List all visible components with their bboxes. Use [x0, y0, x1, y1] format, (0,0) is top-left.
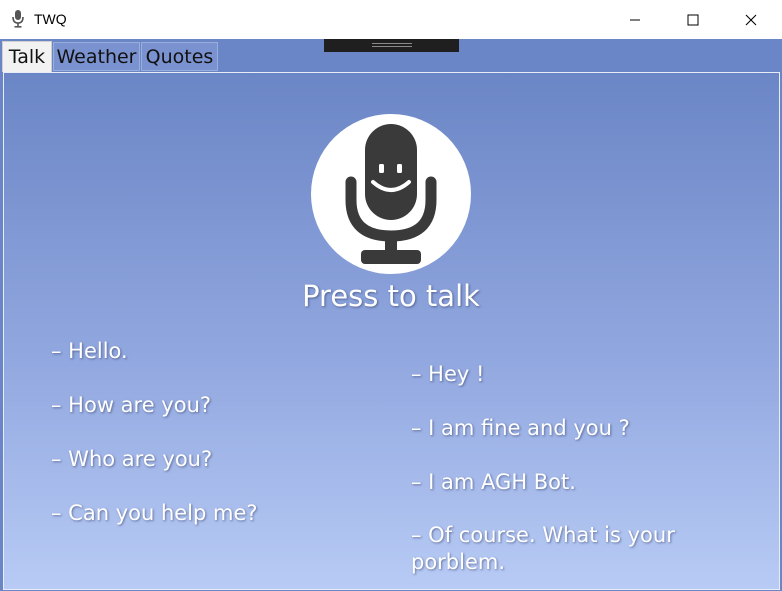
title-bar[interactable]: TWQ	[0, 0, 782, 39]
tab-weather[interactable]: Weather	[53, 42, 140, 71]
tab-talk[interactable]: Talk	[2, 41, 52, 72]
minimize-icon	[630, 19, 640, 20]
close-button[interactable]	[722, 0, 780, 39]
press-to-talk-label: Press to talk	[302, 279, 480, 313]
grip-line	[372, 46, 412, 47]
user-message: – Can you help me?	[51, 501, 258, 525]
bot-message: – I am AGH Bot.	[411, 470, 576, 494]
tab-quotes[interactable]: Quotes	[141, 42, 218, 71]
user-message: – How are you?	[51, 393, 212, 417]
window-client-area: Talk Weather Quotes Press to talk – Hell…	[0, 39, 782, 591]
maximize-button[interactable]	[664, 0, 722, 39]
drag-grip[interactable]	[324, 39, 459, 52]
bot-message: – I am fine and you ?	[411, 416, 630, 440]
bot-message: – Hey !	[411, 362, 485, 386]
press-to-talk-button[interactable]	[311, 114, 471, 274]
bot-message: – Of course. What is your porblem.	[411, 523, 675, 574]
smiling-microphone-icon	[345, 124, 437, 264]
grip-line	[372, 43, 412, 44]
close-icon	[745, 14, 757, 25]
window-title: TWQ	[34, 11, 67, 27]
minimize-button[interactable]	[606, 0, 664, 39]
microphone-icon	[12, 10, 24, 28]
maximize-icon	[687, 14, 699, 25]
talk-panel: Press to talk – Hello. – How are you? – …	[3, 72, 780, 590]
user-message: – Hello.	[51, 339, 128, 363]
user-message: – Who are you?	[51, 447, 213, 471]
